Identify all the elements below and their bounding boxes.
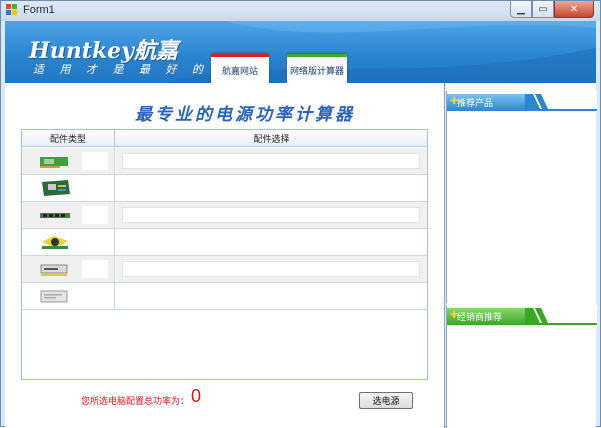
- total-power-label: 您所选电脑配置总功率为：: [81, 397, 190, 407]
- component-selection-cell: [116, 229, 427, 255]
- table-header: 配件类型 配件选择: [22, 130, 427, 147]
- plus-icon: ✚: [450, 96, 459, 107]
- column-header-type: 配件类型: [22, 130, 115, 147]
- component-type-cell: [22, 148, 115, 174]
- recommended-products-panel: ✚ 推荐产品: [446, 91, 597, 303]
- table-row: [22, 202, 427, 229]
- dealer-recommendation-panel: ✚ 经销商推荐: [446, 305, 597, 428]
- recommended-products-header: ✚ 推荐产品: [447, 91, 597, 113]
- component-type-box: [82, 260, 108, 278]
- component-type-cell: [22, 256, 115, 282]
- component-type-cell: [22, 283, 115, 309]
- optical-drive-icon: [40, 264, 68, 276]
- component-type-cell: [22, 202, 115, 228]
- maximize-button[interactable]: ▭: [532, 1, 554, 18]
- dealer-recommendation-title-bar: ✚ 经销商推荐: [447, 308, 525, 325]
- table-row: [22, 256, 427, 283]
- cpu-fan-icon: [42, 236, 68, 249]
- total-power-value: 0: [191, 386, 202, 406]
- close-icon: ✕: [569, 3, 579, 15]
- plus-icon: ✚: [450, 310, 459, 321]
- header-ribbon-tail: [525, 308, 597, 325]
- optical-drive-select[interactable]: [122, 261, 420, 277]
- page-title: 最专业的电源功率计算器: [135, 105, 355, 125]
- tab-online-calculator[interactable]: 网络版计算器: [287, 54, 347, 83]
- component-selection-cell: [116, 202, 427, 228]
- component-selection-cell: [116, 283, 427, 309]
- component-type-cell: [22, 175, 115, 201]
- motherboard-icon: [42, 180, 70, 196]
- component-type-cell: [22, 229, 115, 255]
- table-row: [22, 229, 427, 256]
- component-selection-cell: [116, 256, 427, 282]
- title-bar[interactable]: Form1 ▁ ▭ ✕: [1, 1, 600, 21]
- recommended-products-title-bar: ✚ 推荐产品: [447, 94, 525, 111]
- graphics-card-icon: [40, 157, 68, 168]
- component-selection-cell: [116, 148, 427, 174]
- components-table: 配件类型 配件选择: [21, 129, 428, 380]
- column-header-selection: 配件选择: [253, 135, 290, 145]
- brand-header: Huntkey航嘉 适 用 才 是 最 好 的 ！ 航嘉网站 网络版计算器: [5, 21, 596, 83]
- maximize-icon: ▭: [538, 3, 548, 15]
- window-title: Form1: [23, 4, 55, 16]
- component-selection-cell: [116, 175, 427, 201]
- dealer-recommendation-header: ✚ 经销商推荐: [447, 305, 597, 327]
- component-type-box: [82, 152, 108, 170]
- dealer-recommendation-title: 经销商推荐: [457, 313, 503, 323]
- memory-select[interactable]: [122, 207, 420, 223]
- hard-drive-icon: [40, 290, 68, 303]
- select-power-supply-button[interactable]: 选电源: [359, 392, 413, 409]
- tab-huntkey-website[interactable]: 航嘉网站: [211, 54, 269, 83]
- graphics-card-select[interactable]: [122, 153, 420, 169]
- table-row: [22, 283, 427, 310]
- header-ribbon-tail: [525, 94, 597, 111]
- sidebar: ✚ 推荐产品 ✚ 经销商推荐: [446, 83, 597, 428]
- memory-module-icon: [40, 213, 70, 218]
- header-slogan: 适 用 才 是 最 好 的 ！: [33, 63, 236, 76]
- close-button[interactable]: ✕: [554, 1, 594, 18]
- calculator-panel: 最专业的电源功率计算器 配件类型 配件选择 您所选电脑配置总功率为： 0 选电源: [5, 83, 445, 428]
- recommended-products-title: 推荐产品: [457, 99, 494, 109]
- table-row: [22, 148, 427, 175]
- app-window: Form1 ▁ ▭ ✕ Huntkey航嘉 适 用 才 是 最 好 的 ！ 航嘉…: [0, 0, 601, 428]
- table-row: [22, 175, 427, 202]
- minimize-icon: ▁: [517, 3, 525, 15]
- component-type-box: [82, 206, 108, 224]
- window-controls: ▁ ▭ ✕: [510, 1, 594, 18]
- minimize-button[interactable]: ▁: [510, 1, 532, 18]
- app-icon: [6, 4, 17, 15]
